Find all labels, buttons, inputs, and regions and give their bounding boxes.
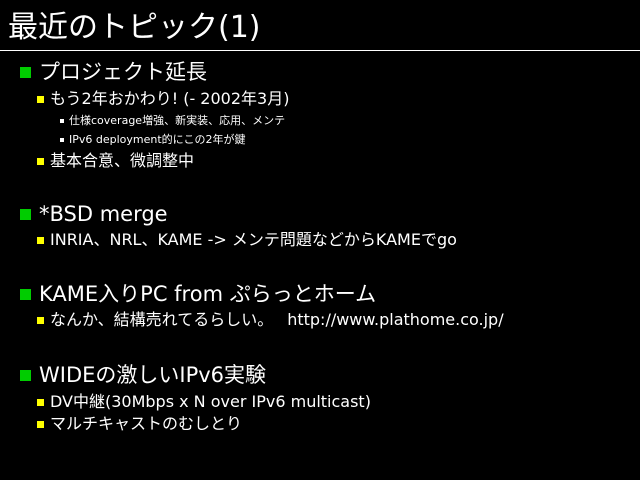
plathome-url-text: http://www.plathome.co.jp/: [287, 310, 504, 329]
section-heading-text: KAME入りPC from ぷらっとホーム: [39, 282, 377, 306]
section-heading-project-extension: プロジェクト延長: [20, 59, 207, 85]
sub-list-item-text: IPv6 deployment的にこの2年が鍵: [69, 133, 246, 146]
green-square-bullet-icon: [20, 208, 31, 220]
yellow-square-bullet-icon: [37, 316, 44, 324]
green-square-bullet-icon: [20, 288, 31, 300]
yellow-square-bullet-icon: [37, 157, 44, 165]
green-square-bullet-icon: [20, 369, 31, 381]
yellow-square-bullet-icon: [37, 420, 44, 428]
list-item-text: INRIA、NRL、KAME -> メンテ問題などからKAMEでgo: [50, 230, 457, 249]
sub-list-item: 仕様coverage増強、新実装、応用、メンテ: [60, 114, 285, 128]
list-item: INRIA、NRL、KAME -> メンテ問題などからKAMEでgo: [37, 230, 457, 250]
slide-body: プロジェクト延長 もう2年おかわり! (- 2002年3月) 仕様coverag…: [0, 0, 640, 480]
white-square-bullet-icon: [60, 119, 64, 123]
yellow-square-bullet-icon: [37, 398, 44, 406]
section-heading-text: WIDEの激しいIPv6実験: [39, 363, 267, 387]
list-item: なんか、結構売れてるらしい。 http://www.plathome.co.jp…: [37, 310, 504, 330]
section-heading-wide-ipv6: WIDEの激しいIPv6実験: [20, 362, 266, 388]
list-item-text: DV中継(30Mbps x N over IPv6 multicast): [50, 392, 371, 411]
list-item-text: マルチキャストのむしとり: [50, 414, 243, 433]
section-heading-text: プロジェクト延長: [39, 60, 207, 84]
yellow-square-bullet-icon: [37, 236, 44, 244]
list-item: DV中継(30Mbps x N over IPv6 multicast): [37, 392, 371, 412]
list-item: マルチキャストのむしとり: [37, 414, 242, 434]
section-heading-kame-pc: KAME入りPC from ぷらっとホーム: [20, 281, 376, 307]
sub-list-item: IPv6 deployment的にこの2年が鍵: [60, 133, 245, 147]
slide: 最近のトピック(1) プロジェクト延長 もう2年おかわり! (- 2002年3月…: [0, 0, 640, 480]
yellow-square-bullet-icon: [37, 95, 44, 103]
section-heading-bsd-merge: *BSD merge: [20, 201, 168, 227]
list-item: もう2年おかわり! (- 2002年3月): [37, 89, 289, 109]
list-item: 基本合意、微調整中: [37, 151, 194, 171]
section-heading-text: *BSD merge: [39, 202, 168, 226]
list-item-text: 基本合意、微調整中: [50, 151, 195, 170]
list-item-text: なんか、結構売れてるらしい。: [50, 310, 274, 329]
sub-list-item-text: 仕様coverage増強、新実装、応用、メンテ: [69, 114, 286, 127]
green-square-bullet-icon: [20, 66, 31, 78]
white-square-bullet-icon: [60, 138, 64, 142]
list-item-text: もう2年おかわり! (- 2002年3月): [50, 89, 290, 108]
